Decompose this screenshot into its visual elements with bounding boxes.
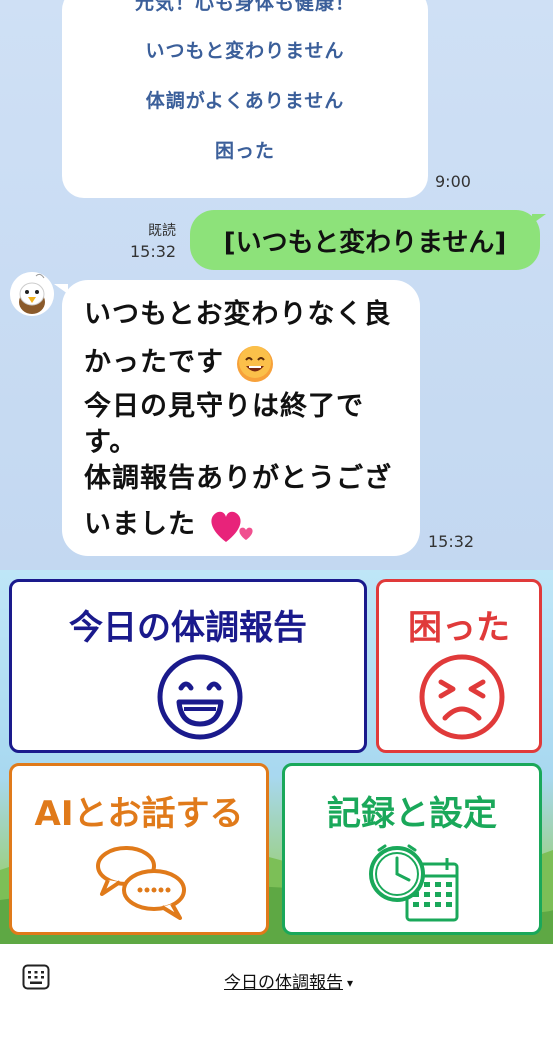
smiling-emoji-icon: [237, 345, 274, 382]
choice-option-healthy[interactable]: 元気！心も身体も健康！: [62, 0, 428, 15]
ai-chat-button[interactable]: AIとお話する: [9, 763, 269, 935]
rich-menu-toggle-label: 今日の体調報告: [224, 973, 343, 993]
choice-option-unwell[interactable]: 体調がよくありません: [62, 86, 428, 113]
records-settings-button[interactable]: 記録と設定: [282, 763, 542, 935]
sad-face-icon: [419, 654, 505, 740]
smile-face-icon: [157, 654, 243, 740]
eagle-icon: [10, 272, 54, 316]
reply-line-4: す。: [84, 427, 138, 458]
daily-report-label: 今日の体調報告: [69, 608, 307, 648]
keyboard-icon[interactable]: [22, 964, 50, 990]
read-receipt: 既読: [148, 223, 176, 239]
hearts-emoji-icon: [211, 511, 254, 542]
reply-line-3: 今日の見守りは終了で: [84, 391, 364, 422]
sent-message-text: [いつもと変わりません]: [223, 227, 507, 258]
ai-chat-label: AIとお話する: [34, 794, 244, 834]
clock-calendar-icon: [369, 844, 459, 922]
reply-message-time: 15:32: [428, 532, 475, 551]
records-settings-label: 記録と設定: [327, 794, 497, 834]
reply-line-6-text: いました: [84, 509, 196, 540]
trouble-label: 困った: [408, 608, 510, 648]
choice-card-time: 9:00: [435, 172, 471, 191]
bottom-bar: 今日の体調報告 ▾: [0, 944, 553, 1040]
choice-card: 元気！心も身体も健康！ いつもと変わりません 体調がよくありません 困った: [62, 0, 428, 198]
rich-menu: 今日の体調報告 困った AIとお話する 記録と設定: [0, 570, 553, 944]
chevron-down-icon: ▾: [347, 976, 354, 990]
trouble-button[interactable]: 困った: [376, 579, 542, 753]
daily-report-button[interactable]: 今日の体調報告: [9, 579, 367, 753]
reply-message-bubble: いつもとお変わりなく良 かったです 今日の見守りは終了で す。 体調報告ありがと…: [54, 280, 420, 556]
chat-area: 元気！心も身体も健康！ いつもと変わりません 体調がよくありません 困った 9:…: [0, 0, 553, 570]
reply-line-2-text: かったです: [84, 347, 224, 378]
rich-menu-toggle[interactable]: 今日の体調報告 ▾: [224, 968, 353, 993]
choice-option-unchanged[interactable]: いつもと変わりません: [62, 36, 428, 63]
reply-line-6: いました: [84, 502, 256, 548]
reply-line-2: かったです: [84, 340, 276, 384]
sent-message-time: 15:32: [130, 242, 177, 261]
bot-avatar[interactable]: [10, 272, 54, 316]
choice-option-trouble[interactable]: 困った: [62, 136, 428, 163]
sent-message-bubble: [いつもと変わりません]: [190, 210, 546, 270]
reply-line-5: 体調報告ありがとうござ: [84, 463, 392, 494]
speech-bubbles-icon: [96, 846, 186, 920]
reply-line-1: いつもとお変わりなく良: [84, 299, 392, 330]
